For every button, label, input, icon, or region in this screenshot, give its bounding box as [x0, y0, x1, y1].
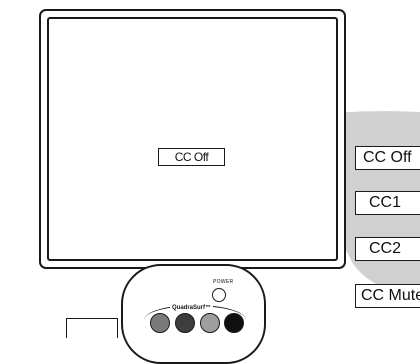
pointer-callout	[66, 318, 118, 338]
remote-brand-label: QuadraSurf™	[170, 305, 214, 311]
on-screen-caption-label: CC Off	[158, 148, 225, 166]
power-button	[212, 288, 226, 302]
tv-screen-frame	[39, 9, 346, 269]
cc-option-cc2: CC2	[355, 237, 420, 261]
cc-option-mute: CC Mute	[355, 284, 420, 308]
remote-button-3	[200, 313, 220, 333]
cc-option-off: CC Off	[355, 146, 420, 170]
remote-button-2	[175, 313, 195, 333]
remote-button-4	[224, 313, 244, 333]
power-label: POWER	[213, 279, 234, 285]
tv-screen	[47, 17, 338, 261]
remote-button-1	[150, 313, 170, 333]
cc-option-cc1: CC1	[355, 191, 420, 215]
